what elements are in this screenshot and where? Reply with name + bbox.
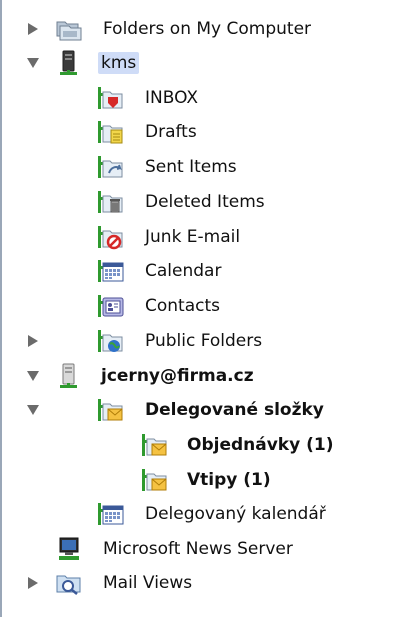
tree-item-objednavky[interactable]: Objednávky (1): [2, 428, 397, 462]
tree-item-delegated-calendar[interactable]: Delegovaný kalendář: [2, 497, 397, 531]
junk-email-icon: [96, 222, 126, 252]
tree-item-microsoft-news-server[interactable]: Microsoft News Server: [2, 532, 397, 566]
tree-item-calendar[interactable]: Calendar: [2, 254, 397, 288]
tree-item-label: Delegovaný kalendář: [145, 504, 326, 524]
tree-item-label: Calendar: [145, 261, 222, 281]
delegated-folder-icon: [140, 465, 170, 495]
tree-item-label: INBOX: [145, 88, 199, 108]
server-account-icon: [54, 361, 84, 391]
tree-item-inbox[interactable]: INBOX: [2, 81, 397, 115]
tree-item-label: kms: [98, 52, 140, 74]
expand-arrow-icon[interactable]: [26, 22, 40, 36]
inbox-icon: [96, 83, 126, 113]
tree-item-contacts[interactable]: Contacts: [2, 289, 397, 323]
tree-item-deleted-items[interactable]: Deleted Items: [2, 185, 397, 219]
delegated-folder-icon: [96, 395, 126, 425]
tree-item-label: Deleted Items: [145, 192, 265, 212]
delegated-folder-icon: [140, 430, 170, 460]
deleted-items-icon: [96, 187, 126, 217]
tree-item-label: Vtipy (1): [187, 470, 271, 490]
news-server-icon: [54, 534, 84, 564]
tree-item-kms[interactable]: kms: [2, 46, 397, 80]
folders-on-computer-icon: [54, 14, 84, 44]
tree-item-label: Public Folders: [145, 331, 263, 351]
tree-item-label: Junk E-mail: [145, 227, 241, 247]
tree-item-label: Contacts: [145, 296, 220, 316]
public-folders-icon: [96, 326, 126, 356]
collapse-arrow-icon[interactable]: [26, 403, 40, 417]
tree-item-folders-on-my-computer[interactable]: Folders on My Computer: [2, 12, 397, 46]
drafts-icon: [96, 117, 126, 147]
tree-item-label: Delegované složky: [145, 400, 324, 420]
tree-item-public-folders[interactable]: Public Folders: [2, 324, 397, 358]
collapse-arrow-icon[interactable]: [26, 56, 40, 70]
expand-arrow-icon[interactable]: [26, 576, 40, 590]
sent-items-icon: [96, 152, 126, 182]
tree-item-label: Sent Items: [145, 157, 237, 177]
mail-views-icon: [54, 568, 84, 598]
tree-item-label: jcerny@firma.cz: [101, 366, 254, 386]
tree-item-mail-views[interactable]: Mail Views: [2, 566, 397, 600]
tree-item-label: Drafts: [145, 122, 197, 142]
tree-item-jcerny-account[interactable]: jcerny@firma.cz: [2, 359, 397, 393]
tree-item-sent-items[interactable]: Sent Items: [2, 150, 397, 184]
server-account-icon: [54, 48, 84, 78]
tree-item-label: Microsoft News Server: [103, 539, 293, 559]
tree-item-label: Folders on My Computer: [103, 19, 312, 39]
tree-item-label: Mail Views: [103, 573, 193, 593]
calendar-icon: [96, 499, 126, 529]
folder-tree-pane: Folders on My Computer kms INBOX Drafts …: [0, 0, 397, 617]
expand-arrow-icon[interactable]: [26, 334, 40, 348]
tree-item-drafts[interactable]: Drafts: [2, 115, 397, 149]
tree-item-delegated-folders[interactable]: Delegované složky: [2, 393, 397, 427]
collapse-arrow-icon[interactable]: [26, 369, 40, 383]
calendar-icon: [96, 256, 126, 286]
tree-item-label: Objednávky (1): [187, 435, 334, 455]
contacts-icon: [96, 291, 126, 321]
tree-item-junk-email[interactable]: Junk E-mail: [2, 220, 397, 254]
tree-item-vtipy[interactable]: Vtipy (1): [2, 463, 397, 497]
